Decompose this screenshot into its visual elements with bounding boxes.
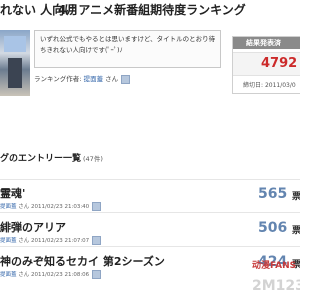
- author-label: ランキング作者:: [34, 75, 82, 83]
- results-panel: 結果発表済 4792 締切日: 2011/03/0: [232, 36, 300, 94]
- entry-date: 2011/02/23 21:08:06: [31, 272, 90, 278]
- entry-list-title: グのエントリー一覧: [0, 154, 82, 164]
- entry-row[interactable]: 緋弾のアリア 提面蓋 さん 2011/02/23 21:07:07 506 票: [0, 219, 300, 253]
- entry-vote-count: 565: [258, 186, 288, 202]
- total-votes: 4792: [233, 52, 300, 76]
- entry-vote-unit: 票: [292, 226, 300, 236]
- divider: [0, 179, 300, 180]
- ranking-author: ランキング作者: 提面蓋 さん: [34, 73, 131, 84]
- entry-meta: 提面蓋 さん 2011/02/23 21:03:40: [0, 202, 101, 211]
- entry-date: 2011/02/23 21:03:40: [31, 204, 90, 210]
- entry-user-link[interactable]: 提面蓋: [0, 272, 17, 278]
- entry-user-link[interactable]: 提面蓋: [0, 204, 17, 210]
- watermark-logo: 动漫FANS: [252, 261, 297, 271]
- entry-user-suffix: さん: [18, 204, 30, 210]
- divider: [0, 212, 300, 213]
- entry-title-link[interactable]: 神のみぞ知るセカイ 第2シーズン: [0, 253, 165, 269]
- results-heading: 結果発表済: [233, 37, 300, 49]
- entry-count: (47件): [83, 155, 103, 163]
- entry-row[interactable]: 霊魂' 提面蓋 さん 2011/02/23 21:03:40 565 票: [0, 185, 300, 219]
- entry-user-suffix: さん: [18, 272, 30, 278]
- entry-user-link[interactable]: 提面蓋: [0, 238, 17, 244]
- entry-vote-count: 506: [258, 220, 288, 236]
- page-title: れない 人向け 4月アニメ新番組期待度ランキング: [0, 0, 300, 20]
- entry-meta: 提面蓋 さん 2011/02/23 21:07:07: [0, 236, 101, 245]
- user-profile-icon[interactable]: [91, 202, 101, 211]
- entry-date: 2011/02/23 21:07:07: [31, 238, 90, 244]
- deadline-label: 締切日:: [243, 82, 264, 89]
- divider: [0, 246, 300, 247]
- deadline-value: 2011/03/0: [264, 82, 296, 89]
- entry-user-suffix: さん: [18, 238, 30, 244]
- entry-title-link[interactable]: 霊魂': [0, 185, 25, 201]
- description-line-2: ちきれない人向けです(ﾟｰﾟ)ﾉ: [40, 46, 123, 54]
- author-name-link[interactable]: 提面蓋: [84, 75, 104, 83]
- entry-vote-unit: 票: [292, 192, 300, 202]
- user-profile-icon[interactable]: [91, 270, 101, 279]
- watermark-site: 2M123: [252, 278, 300, 294]
- user-profile-icon[interactable]: [91, 236, 101, 245]
- description-line-1: いずれ公式でもやるとは思いますけど、タイトルのとおり待: [40, 35, 215, 43]
- thumbnail-sky: [4, 36, 26, 52]
- deadline: 締切日: 2011/03/0: [233, 76, 300, 89]
- site-watermark: 动漫FANS 2M123: [252, 258, 300, 300]
- author-suffix: さん: [105, 75, 119, 83]
- ranking-thumbnail-image[interactable]: [0, 30, 30, 96]
- entry-list-heading: グのエントリー一覧 (47件): [0, 151, 103, 164]
- entry-meta: 提面蓋 さん 2011/02/23 21:08:06: [0, 270, 101, 279]
- ranking-description: いずれ公式でもやるとは思いますけど、タイトルのとおり待 ちきれない人向けです(ﾟ…: [34, 30, 221, 68]
- page-title-main: 4月アニメ新番組期待度ランキング: [58, 3, 246, 17]
- entry-title-link[interactable]: 緋弾のアリア: [0, 219, 66, 235]
- user-profile-icon[interactable]: [121, 74, 131, 84]
- thumbnail-figure: [8, 58, 22, 88]
- ranking-page: れない 人向け 4月アニメ新番組期待度ランキング いずれ公式でもやるとは思います…: [0, 0, 300, 300]
